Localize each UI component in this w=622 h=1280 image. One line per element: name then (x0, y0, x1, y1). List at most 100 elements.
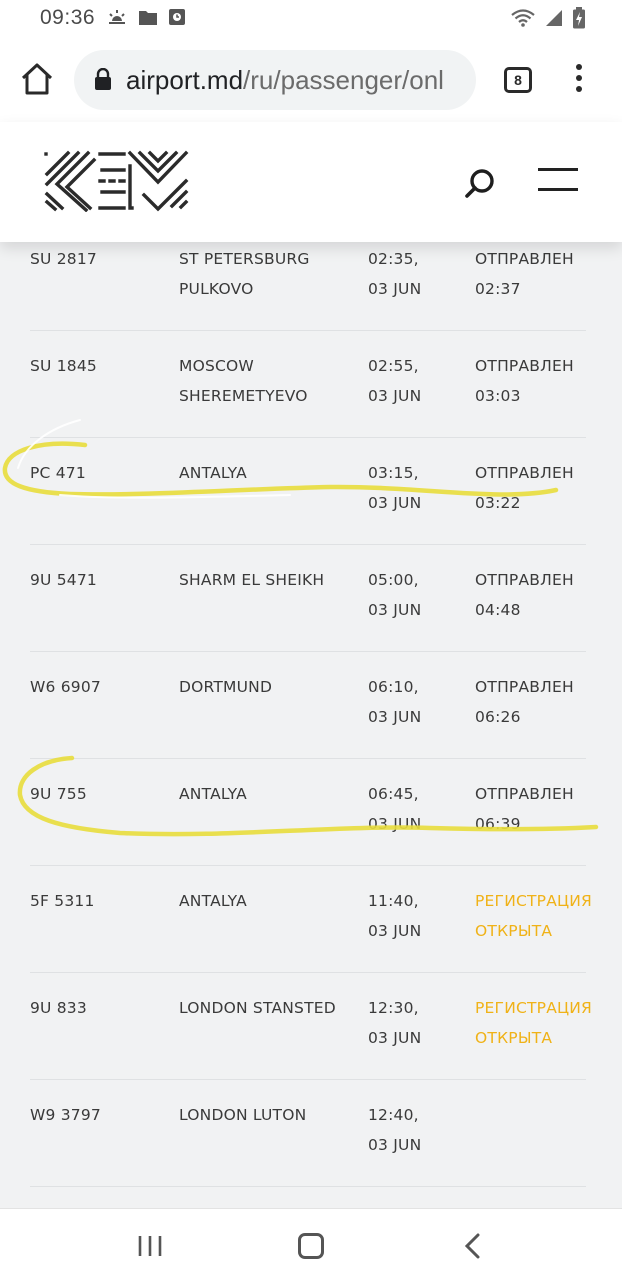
flight-status-text: РЕГИСТРАЦИЯ (475, 892, 593, 910)
flight-time: 06:10, 03 JUN (368, 672, 468, 732)
flight-row[interactable]: PC 471 ANTALYA 03:15, 03 JUN ОТПРАВЛЕН 03:22 (30, 438, 586, 545)
flight-destination-text: ANTALYA (179, 785, 247, 803)
flight-destination-text: LONDON LUTON (179, 1106, 307, 1124)
flight-destination-text: SHEREMETYEVO (179, 387, 308, 405)
flight-destination-text: SHARM EL SHEIKH (179, 571, 325, 589)
flight-time-text: 03 JUN (368, 922, 422, 940)
flight-number-text: 9U 5471 (30, 571, 97, 589)
flight-number: W6 6907 (30, 672, 170, 702)
flight-number: 9U 833 (30, 993, 170, 1023)
flight-time-text: 03 JUN (368, 387, 422, 405)
flight-destination-text: ST PETERSBURG (179, 250, 310, 268)
flight-time-text: 12:30, (368, 999, 419, 1017)
phone-screen: 09:36 airport.md/ru/passenger/onl 8 SU 2… (0, 0, 622, 1280)
flight-row[interactable]: 9U 5471 SHARM EL SHEIKH 05:00, 03 JUN ОТПРАВ… (30, 545, 586, 652)
departures-list: SU 2817 ST PETERSBURG PULKOVO 02:35, 03 JUN О… (0, 242, 622, 1208)
flight-destination: ST PETERSBURG PULKOVO (179, 244, 359, 304)
screenshot-icon (169, 9, 185, 25)
flight-destination: ANTALYA (179, 886, 359, 916)
flight-number: SU 2817 (30, 244, 170, 274)
flight-number: 5F 5311 (30, 886, 170, 916)
status-left-icons (106, 7, 186, 27)
flight-destination: ANTALYA (179, 779, 359, 809)
flight-time-text: 03 JUN (368, 1029, 422, 1047)
hamburger-menu-icon[interactable] (538, 168, 580, 196)
status-right-icons (510, 7, 586, 29)
flight-destination: SHARM EL SHEIKH (179, 565, 359, 595)
flight-number-text: SU 1845 (30, 357, 97, 375)
url-text[interactable]: airport.md/ru/passenger/onl (126, 65, 444, 96)
status-bar: 09:36 (0, 0, 622, 38)
flight-time-text: 03 JUN (368, 1136, 422, 1154)
flight-time-text: 03 JUN (368, 601, 422, 619)
flight-number: 9U 755 (30, 779, 170, 809)
flight-time-text: 03 JUN (368, 815, 422, 833)
flight-row[interactable]: 9U 755 ANTALYA 06:45, 03 JUN ОТПРАВЛЕН 06:39 (30, 759, 586, 866)
departures-rows: SU 2817 ST PETERSBURG PULKOVO 02:35, 03 JUN О… (0, 242, 622, 1208)
flight-row[interactable]: W6 6907 DORTMUND 06:10, 03 JUN ОТПРАВЛЕН 06:2… (30, 652, 586, 759)
flight-time-text: 03:15, (368, 464, 419, 482)
flight-status-text: 04:48 (475, 601, 521, 619)
flight-time: 12:40, 03 JUN (368, 1100, 468, 1160)
flight-destination: LONDON STANSTED (179, 993, 359, 1023)
flight-row[interactable]: 9U 833 LONDON STANSTED 12:30, 03 JUN РЕГИСТР… (30, 973, 592, 1080)
flight-row[interactable]: W9 3797 LONDON LUTON 12:40, 03 JUN (30, 1080, 586, 1187)
flight-number-text: W6 6907 (30, 678, 101, 696)
browser-menu-icon[interactable] (572, 64, 586, 96)
browser-toolbar: airport.md/ru/passenger/onl 8 (0, 38, 622, 122)
address-bar[interactable]: airport.md/ru/passenger/onl (74, 50, 476, 110)
flight-time: 05:00, 03 JUN (368, 565, 468, 625)
flight-status: РЕГИСТРАЦИЯ ОТКРЫТА (475, 886, 595, 946)
flight-status-text: РЕГИСТРАЦИЯ (475, 999, 593, 1017)
flight-status: РЕГИСТРАЦИЯ ОТКРЫТА (475, 993, 595, 1053)
flight-status-text: 06:26 (475, 708, 521, 726)
weather-icon (109, 10, 125, 24)
wifi-icon (511, 9, 535, 27)
url-domain: airport.md (126, 65, 244, 95)
flight-status-text: 02:37 (475, 280, 521, 298)
flight-row[interactable]: 5F 447TEL AVIV BEN GURION13:10,03 JUN (30, 1187, 586, 1208)
flight-number-text: SU 2817 (30, 250, 97, 268)
flight-time-text: 11:40, (368, 892, 419, 910)
battery-icon (573, 7, 585, 29)
flight-row[interactable]: 5F 5311 ANTALYA 11:40, 03 JUN РЕГИСТРАЦИЯ ОТК… (30, 866, 592, 973)
search-icon[interactable] (462, 166, 498, 202)
flight-destination: LONDON LUTON (179, 1100, 359, 1130)
url-path: /ru/passenger/onl (243, 65, 444, 95)
flight-time-text: 03 JUN (368, 494, 422, 512)
home-icon[interactable] (298, 1233, 324, 1259)
recents-icon[interactable] (137, 1235, 163, 1257)
flight-status: ОТПРАВЛЕН 04:48 (475, 565, 595, 625)
flight-status: ОТПРАВЛЕН 03:03 (475, 351, 595, 411)
back-icon[interactable] (462, 1233, 484, 1259)
flight-number-text: W9 3797 (30, 1106, 101, 1124)
flight-status-text: ОТКРЫТА (475, 1029, 553, 1047)
flight-number: PC 471 (30, 458, 170, 488)
flight-number-text: 9U 833 (30, 999, 87, 1017)
flight-status-text: ОТПРАВЛЕН (475, 571, 574, 589)
system-nav-bar (0, 1208, 622, 1280)
status-time: 09:36 (40, 6, 96, 29)
flight-status: ОТПРАВЛЕН 06:26 (475, 672, 595, 732)
flight-destination: MOSCOW SHEREMETYEVO (179, 351, 359, 411)
flight-destination-text: DORTMUND (179, 678, 273, 696)
flight-time: 03:15, 03 JUN (368, 458, 468, 518)
lock-icon (95, 68, 111, 90)
browser-home-icon[interactable] (18, 60, 56, 98)
flight-number-text: 9U 755 (30, 785, 87, 803)
flight-time: 11:40, 03 JUN (368, 886, 468, 946)
flight-status-text: 03:03 (475, 387, 521, 405)
flight-status-text: ОТПРАВЛЕН (475, 357, 574, 375)
flight-time-text: 12:40, (368, 1106, 419, 1124)
flight-time-text: 05:00, (368, 571, 419, 589)
flight-row[interactable]: SU 2817 ST PETERSBURG PULKOVO 02:35, 03 JUN О… (30, 242, 586, 331)
flight-time-text: 03 JUN (368, 708, 422, 726)
folder-icon (139, 11, 157, 25)
tab-switcher-button[interactable]: 8 (504, 67, 532, 93)
airport-logo[interactable] (44, 150, 190, 212)
flight-destination-text: ANTALYA (179, 892, 247, 910)
flight-number-text: 5F 5311 (30, 892, 95, 910)
flight-status-text: ОТПРАВЛЕН (475, 678, 574, 696)
flight-row[interactable]: SU 1845 MOSCOW SHEREMETYEVO 02:55, 03 JUN ОТП… (30, 331, 586, 438)
flight-status-text: 06:39 (475, 815, 521, 833)
